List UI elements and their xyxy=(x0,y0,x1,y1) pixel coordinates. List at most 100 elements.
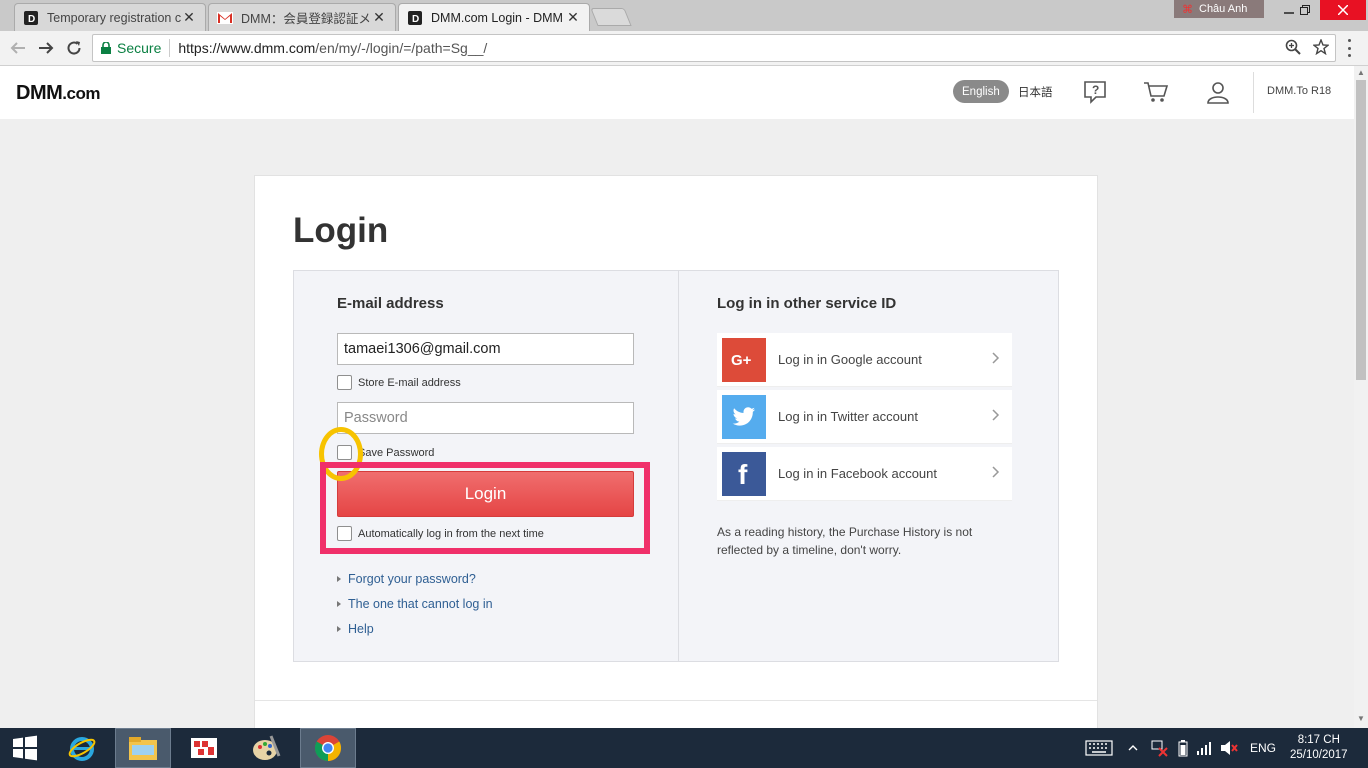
tab-close-icon[interactable]: ✕ xyxy=(371,9,387,26)
url-path: /en/my/-/login/=/path=Sg__/ xyxy=(315,40,488,56)
address-bar[interactable]: Secure https://www.dmm.com/en/my/-/login… xyxy=(92,34,1336,62)
signal-icon[interactable] xyxy=(1196,728,1212,768)
tab-close-icon[interactable]: ✕ xyxy=(181,9,197,26)
language-indicator[interactable]: ENG xyxy=(1250,728,1276,768)
chevron-right-icon xyxy=(992,465,1000,483)
help-icon[interactable]: ? xyxy=(1081,78,1109,106)
tab-gmail[interactable]: DMM：会員登録認証メ ✕ xyxy=(208,3,396,31)
profile-name: Châu Anh xyxy=(1199,3,1248,15)
url-host: https://www.dmm.com xyxy=(178,40,316,56)
forward-icon[interactable] xyxy=(35,37,57,59)
zoom-icon[interactable] xyxy=(1285,39,1301,55)
browser-menu-icon[interactable] xyxy=(1346,39,1352,57)
logo-main: DMM xyxy=(16,82,63,104)
internet-explorer-icon[interactable] xyxy=(54,728,110,768)
profile-button[interactable]: ⌘ Châu Anh xyxy=(1174,0,1264,18)
twitter-login-button[interactable]: Log in in Twitter account xyxy=(717,390,1012,444)
dmm-logo[interactable]: DMM.com xyxy=(16,82,100,105)
twitter-login-label: Log in in Twitter account xyxy=(778,409,918,424)
facebook-login-button[interactable]: f Log in in Facebook account xyxy=(717,447,1012,501)
logo-suffix: .com xyxy=(62,84,100,103)
secure-indicator[interactable]: Secure xyxy=(93,39,171,57)
paint-icon[interactable] xyxy=(238,728,294,768)
page-scrollbar[interactable]: ▲ ▼ xyxy=(1354,66,1368,728)
store-email-checkbox[interactable] xyxy=(337,375,352,390)
google-login-button[interactable]: G+ Log in in Google account xyxy=(717,333,1012,387)
network-status-icon[interactable] xyxy=(1150,728,1168,768)
svg-text:D: D xyxy=(412,14,419,25)
chrome-icon[interactable] xyxy=(300,728,356,768)
svg-text:?: ? xyxy=(1092,83,1099,97)
taskbar-clock[interactable]: 8:17 CH 25/10/2017 xyxy=(1290,733,1348,763)
card-divider xyxy=(255,700,1097,701)
windows-start-icon[interactable] xyxy=(0,728,50,768)
email-input[interactable]: tamaei1306@gmail.com xyxy=(337,333,634,365)
dmm-favicon-icon: D xyxy=(23,10,39,26)
lock-icon xyxy=(101,42,111,54)
email-section-label: E-mail address xyxy=(337,295,444,312)
tray-expand-icon[interactable] xyxy=(1128,728,1138,768)
back-icon[interactable] xyxy=(7,37,29,59)
chevron-right-icon xyxy=(992,408,1000,426)
browser-tab-bar: D Temporary registration c ✕ DMM：会員登録認証メ… xyxy=(0,0,1368,31)
cannot-login-link[interactable]: The one that cannot log in xyxy=(337,591,493,616)
help-link[interactable]: Help xyxy=(337,616,493,641)
tab-title: DMM.com Login - DMM xyxy=(431,10,563,25)
window-close-icon[interactable] xyxy=(1320,0,1366,20)
dmm-favicon-icon: D xyxy=(407,10,423,26)
profile-icon: ⌘ xyxy=(1182,3,1193,16)
site-header: DMM.com English 日本語 ? DMM.To R18 xyxy=(0,66,1354,119)
clock-date: 25/10/2017 xyxy=(1290,749,1348,761)
link-arrow-icon xyxy=(337,600,341,607)
tab-title: Temporary registration c xyxy=(47,10,181,25)
tab-title: DMM：会員登録認証メ xyxy=(241,12,371,26)
google-plus-icon: G+ xyxy=(722,337,766,382)
lang-japanese-button[interactable]: 日本語 xyxy=(1018,84,1053,100)
tab-close-icon[interactable]: ✕ xyxy=(565,9,581,26)
windows-taskbar: ENG 8:17 CH 25/10/2017 xyxy=(0,728,1368,768)
volume-muted-icon[interactable] xyxy=(1220,728,1238,768)
link-text: The one that cannot log in xyxy=(348,596,493,611)
reload-icon[interactable] xyxy=(63,37,85,59)
chevron-right-icon xyxy=(992,351,1000,369)
lang-english-button[interactable]: English xyxy=(953,80,1009,103)
link-arrow-icon xyxy=(337,575,341,582)
tab-temporary-registration[interactable]: D Temporary registration c ✕ xyxy=(14,3,206,31)
svg-text:D: D xyxy=(28,14,35,25)
file-explorer-icon[interactable] xyxy=(115,728,171,768)
restore-icon[interactable] xyxy=(1290,0,1320,20)
link-text: Help xyxy=(348,621,374,636)
page-viewport: DMM.com English 日本語 ? DMM.To R18 Login E… xyxy=(0,66,1354,728)
facebook-login-label: Log in in Facebook account xyxy=(778,466,937,481)
login-card: Login E-mail address tamaei1306@gmail.co… xyxy=(254,175,1098,728)
scroll-down-icon[interactable]: ▼ xyxy=(1357,714,1365,723)
tab-dmm-login[interactable]: D DMM.com Login - DMM ✕ xyxy=(398,3,590,31)
panel-divider xyxy=(678,271,679,661)
url-text: https://www.dmm.com/en/my/-/login/=/path… xyxy=(170,40,487,56)
browser-toolbar: Secure https://www.dmm.com/en/my/-/login… xyxy=(0,31,1368,66)
bookmark-star-icon[interactable] xyxy=(1313,39,1329,55)
new-tab-button[interactable] xyxy=(590,8,632,26)
google-login-label: Log in in Google account xyxy=(778,352,922,367)
secure-label: Secure xyxy=(117,40,162,56)
forgot-password-link[interactable]: Forgot your password? xyxy=(337,566,493,591)
svg-text:G+: G+ xyxy=(731,352,752,369)
password-input[interactable]: Password xyxy=(337,402,634,434)
r18-link[interactable]: DMM.To R18 xyxy=(1267,85,1331,97)
keyboard-icon[interactable] xyxy=(1085,728,1113,768)
annotation-rectangle xyxy=(320,462,650,554)
twitter-icon xyxy=(722,394,766,439)
user-icon[interactable] xyxy=(1204,78,1232,106)
store-email-label: Store E-mail address xyxy=(358,377,461,389)
scrollbar-thumb[interactable] xyxy=(1356,80,1366,380)
gmail-favicon-icon xyxy=(217,10,233,26)
unikey-icon[interactable] xyxy=(176,728,232,768)
other-service-title: Log in in other service ID xyxy=(717,295,897,312)
scroll-up-icon[interactable]: ▲ xyxy=(1357,68,1365,77)
help-links: Forgot your password? The one that canno… xyxy=(337,566,493,641)
link-text: Forgot your password? xyxy=(348,571,476,586)
header-divider xyxy=(1253,72,1254,113)
battery-icon[interactable] xyxy=(1178,728,1188,768)
facebook-icon: f xyxy=(722,451,766,496)
cart-icon[interactable] xyxy=(1142,78,1170,106)
